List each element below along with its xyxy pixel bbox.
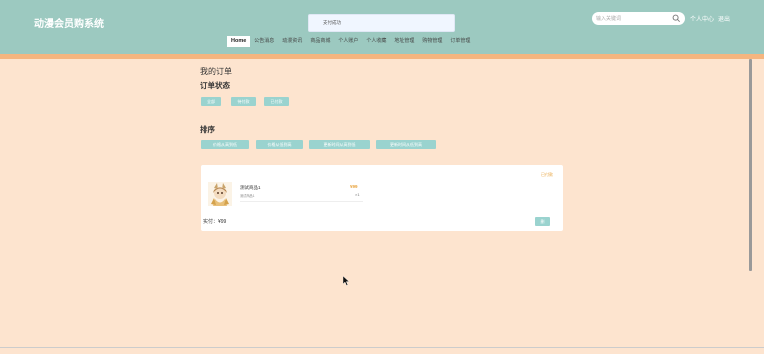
user-links: 个人中心 退出	[690, 14, 730, 23]
page-scrollbar[interactable]	[749, 59, 752, 271]
nav-account[interactable]: 个人账户	[334, 36, 362, 47]
delete-order-button[interactable]: 删	[535, 217, 550, 226]
search-input[interactable]	[596, 13, 671, 24]
main-nav: Home 公告消息 动漫资讯 商品商城 个人账户 个人收藏 地址管理 购物管理 …	[227, 36, 474, 47]
product-price: ¥99	[350, 184, 358, 189]
search-box[interactable]	[592, 12, 685, 25]
product-subtitle: 测试商品1	[240, 194, 255, 198]
nav-address[interactable]: 地址管理	[390, 36, 418, 47]
filter-unpaid-button[interactable]: 待付款	[231, 97, 256, 106]
sort-time-asc-button[interactable]: 更新时间从低到高	[376, 140, 436, 149]
product-quantity: ×1	[355, 192, 360, 197]
order-card: 已付款 测试商品1 测试商品1 ¥99 ×1 实付：¥99 删	[201, 165, 563, 231]
sort-price-desc-button[interactable]: 价格从高到低	[201, 140, 249, 149]
filter-all-button[interactable]: 全部	[201, 97, 221, 106]
filter-paid-button[interactable]: 已付款	[264, 97, 289, 106]
mouse-cursor-icon	[343, 276, 350, 286]
product-thumbnail[interactable]	[208, 182, 232, 206]
sort-time-desc-button[interactable]: 更新时间从高到低	[309, 140, 370, 149]
nav-anime-news[interactable]: 动漫资讯	[278, 36, 306, 47]
nav-favorites[interactable]: 个人收藏	[362, 36, 390, 47]
brand-title: 动漫会员购系统	[34, 19, 104, 30]
page-title: 我的订单	[200, 67, 232, 76]
nav-cart[interactable]: 购物管理	[418, 36, 446, 47]
sort-price-asc-button[interactable]: 价格从低到高	[256, 140, 303, 149]
nav-mall[interactable]: 商品商城	[306, 36, 334, 47]
divider	[240, 201, 363, 202]
sort-label: 排序	[200, 125, 215, 134]
nav-orders[interactable]: 订单管理	[446, 36, 474, 47]
bottom-divider	[0, 347, 764, 348]
order-status-label: 订单状态	[200, 81, 230, 90]
order-status: 已付款	[541, 172, 553, 177]
product-name: 测试商品1	[240, 185, 261, 190]
nav-announcements[interactable]: 公告消息	[250, 36, 278, 47]
nav-home[interactable]: Home	[227, 36, 251, 47]
user-center-link[interactable]: 个人中心	[690, 14, 714, 23]
payment-success-toast: 支付成功	[308, 14, 455, 32]
search-icon[interactable]	[672, 14, 681, 23]
logout-link[interactable]: 退出	[718, 14, 730, 23]
top-header: 动漫会员购系统 支付成功 个人中心 退出 Home 公告消息 动漫资讯 商品商城…	[0, 0, 764, 54]
paid-amount: 实付：¥99	[203, 219, 227, 225]
accent-bar	[0, 54, 764, 59]
